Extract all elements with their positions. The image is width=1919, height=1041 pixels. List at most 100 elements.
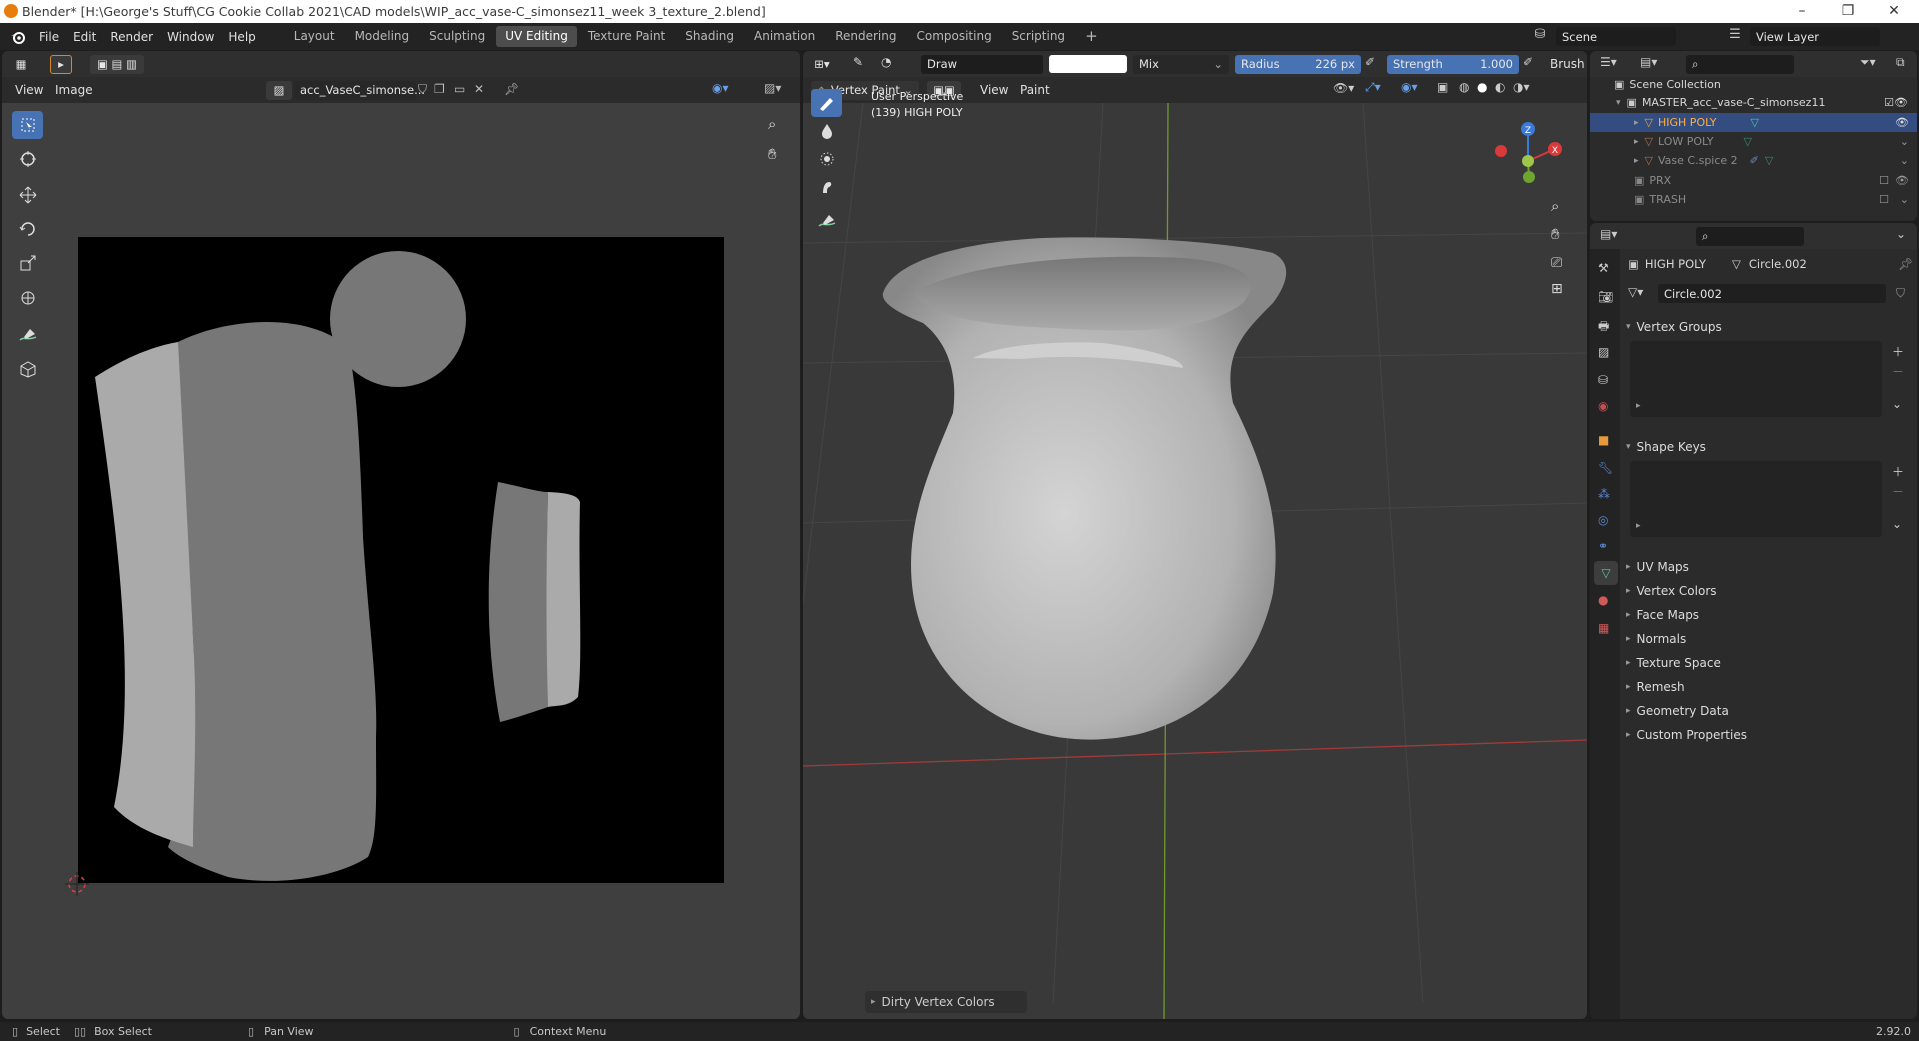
properties-search[interactable]: ⌕ — [1696, 226, 1804, 246]
scene-tab-icon[interactable]: ⛁ — [1598, 373, 1608, 387]
tab-scripting[interactable]: Scripting — [1003, 26, 1074, 47]
radius-pressure-icon[interactable]: ✐ — [1365, 55, 1375, 69]
restore-button[interactable]: ❐ — [1825, 0, 1871, 23]
view-layer-icon[interactable]: ☰ — [1724, 27, 1746, 46]
outliner-item-trash[interactable]: ▣ TRASH ☐ ⌄ — [1634, 190, 1917, 209]
image-browse-icon[interactable]: ▨ — [266, 80, 292, 100]
tab-layout[interactable]: Layout — [285, 26, 344, 47]
prx-visibility-eye-icon[interactable]: 👁︎ — [1895, 174, 1909, 187]
breadcrumb-pin-icon[interactable]: 📌︎ — [1898, 257, 1913, 271]
section-shape-keys[interactable]: ▾ Shape Keys — [1626, 440, 1706, 454]
tab-uv-editing[interactable]: UV Editing — [496, 26, 577, 47]
shape-keys-add-button[interactable]: ＋ — [1892, 463, 1904, 480]
view-layer-selector[interactable]: View Layer — [1750, 27, 1880, 46]
overlays-icon[interactable]: ◉▾ — [1401, 80, 1418, 94]
vertex-groups-list[interactable] — [1630, 341, 1882, 417]
uv-editor[interactable]: ▦ ▸ ▣ ▤ ▥ View Image ▨ acc_VaseC_simonse… — [2, 51, 800, 1019]
add-workspace-button[interactable]: + — [1076, 26, 1107, 47]
section-vertex-colors[interactable]: ▸ Vertex Colors — [1626, 584, 1717, 598]
vase-spice-visibility-icon[interactable]: ⌄ — [1900, 154, 1909, 167]
strength-slider[interactable]: Strength 1.000 — [1387, 54, 1519, 74]
xray-icon[interactable]: ▣ — [1437, 80, 1448, 94]
outliner-search[interactable]: ⌕ — [1686, 54, 1794, 74]
texture-tab-icon[interactable]: ▦ — [1598, 621, 1609, 635]
unlink-image-icon[interactable]: ✕ — [474, 82, 484, 96]
tool-blur[interactable] — [811, 117, 842, 145]
outliner-scene-collection[interactable]: ▣ Scene Collection — [1614, 75, 1721, 94]
uv-menu-image[interactable]: Image — [48, 83, 100, 97]
last-operator-panel[interactable]: ▸ Dirty Vertex Colors — [865, 991, 1027, 1013]
vertex-groups-remove-button[interactable]: － — [1892, 363, 1904, 380]
tool-annotate[interactable] — [12, 321, 43, 349]
menu-window[interactable]: Window — [160, 30, 221, 44]
filter-icon[interactable]: ⏷▾ — [1860, 55, 1876, 70]
section-geometry-data[interactable]: ▸ Geometry Data — [1626, 704, 1729, 718]
image-name-field[interactable]: acc_VaseC_simonse... — [294, 80, 425, 100]
menu-file[interactable]: File — [32, 30, 66, 44]
new-collection-icon[interactable]: ⧉ — [1896, 55, 1905, 70]
section-normals[interactable]: ▸ Normals — [1626, 632, 1686, 646]
list-expand-icon[interactable]: ▸ — [1636, 401, 1641, 411]
world-tab-icon[interactable]: ◉ — [1598, 399, 1608, 413]
menu-edit[interactable]: Edit — [66, 30, 103, 44]
output-tab-icon[interactable]: 🖶︎ — [1598, 317, 1609, 338]
shape-keys-list[interactable] — [1630, 461, 1882, 537]
tool-transform[interactable] — [12, 284, 43, 312]
low-poly-visibility-icon[interactable]: ⌄ — [1900, 135, 1909, 148]
visibility-eye-icon[interactable]: 👁︎▾ — [1333, 81, 1354, 95]
3d-viewport[interactable]: ⊞▾ ✎ ◔ Draw Mix ⌄ Radius 226 px ✐ Streng… — [803, 51, 1587, 1019]
fake-user-shield-icon[interactable]: ⛉ — [418, 82, 427, 97]
properties-editor-icon[interactable]: ▤▾ — [1600, 227, 1617, 241]
fake-user-icon[interactable]: ⛉ — [1896, 286, 1905, 301]
brush-name-field[interactable]: Draw — [921, 54, 1043, 74]
2d-cursor-icon[interactable] — [62, 869, 92, 899]
new-image-icon[interactable]: ❐ — [434, 82, 445, 96]
tab-sculpting[interactable]: Sculpting — [420, 26, 494, 47]
object-tab-icon[interactable]: ■ — [1598, 433, 1609, 447]
tool-smear[interactable] — [811, 173, 842, 201]
tool-average[interactable] — [811, 145, 842, 173]
shading-material-icon[interactable]: ◐ — [1495, 80, 1505, 94]
shape-keys-remove-button[interactable]: － — [1892, 483, 1904, 500]
material-tab-icon[interactable]: ● — [1598, 593, 1608, 607]
constraints-tab-icon[interactable]: ⚭ — [1598, 539, 1608, 553]
tab-texture-paint[interactable]: Texture Paint — [579, 26, 674, 47]
mesh-browse-icon[interactable]: ▽▾ — [1628, 285, 1643, 299]
select-box-icon[interactable]: ▣ ▤ ▥ — [90, 54, 144, 74]
properties-options-icon[interactable]: ⌄ — [1896, 227, 1906, 241]
shading-solid-icon[interactable]: ● — [1477, 80, 1487, 94]
tab-animation[interactable]: Animation — [745, 26, 824, 47]
viewport-menu-paint[interactable]: Paint — [1013, 83, 1057, 97]
trash-visibility-icon[interactable]: ⌄ — [1900, 193, 1909, 206]
minimize-button[interactable]: – — [1779, 0, 1825, 23]
close-button[interactable]: ✕ — [1871, 0, 1917, 23]
pin-icon[interactable]: 📌︎ — [504, 82, 519, 96]
tool-select-box[interactable] — [12, 111, 43, 139]
open-image-icon[interactable]: ▭ — [454, 82, 465, 96]
render-tab-icon[interactable]: 📷︎ — [1598, 290, 1613, 304]
blend-mode-dropdown[interactable]: Mix ⌄ — [1133, 54, 1229, 74]
master-visibility-eye-icon[interactable]: 👁︎ — [1894, 96, 1908, 109]
outliner[interactable]: ☰▾ ▤▾ ⌕ ⏷▾ ⧉ ▣ Scene Collection ▾ ▣ MASTER_… — [1590, 51, 1917, 221]
physics-tab-icon[interactable]: ◎ — [1598, 513, 1608, 527]
blender-logo-icon[interactable] — [10, 29, 26, 45]
menu-render[interactable]: Render — [103, 30, 160, 44]
strength-pressure-icon[interactable]: ✐ — [1523, 55, 1533, 69]
shading-wireframe-icon[interactable]: ◍ — [1459, 80, 1469, 94]
viewport-scene[interactable] — [803, 103, 1587, 1019]
section-custom-properties[interactable]: ▸ Custom Properties — [1626, 728, 1747, 742]
section-face-maps[interactable]: ▸ Face Maps — [1626, 608, 1699, 622]
editor-type-icon[interactable]: ▦ — [8, 55, 34, 74]
shading-rendered-icon[interactable]: ◑▾ — [1513, 80, 1530, 94]
outliner-item-prx[interactable]: ▣ PRX ☐ 👁︎ — [1634, 171, 1917, 190]
navigation-gizmo[interactable]: Z X — [1481, 111, 1581, 201]
tool-scale[interactable] — [12, 249, 43, 277]
tool-grab-uv[interactable] — [12, 355, 43, 383]
scene-selector[interactable]: Scene — [1556, 27, 1676, 46]
viewport-zoom-icon[interactable]: ⌕ — [1551, 197, 1559, 215]
view-layer-tab-icon[interactable]: ▨ — [1598, 345, 1609, 359]
section-remesh[interactable]: ▸ Remesh — [1626, 680, 1685, 694]
properties-editor[interactable]: ▤▾ ⌕ ⌄ ⚒ 📷︎ 🖶︎ ▨ ⛁ ◉ ■ 🔧︎ ⁂ ◎ ⚭ ▽ ● ▦ ▣ … — [1590, 223, 1917, 1019]
tool-tab-icon[interactable]: ⚒ — [1598, 261, 1609, 275]
camera-view-icon[interactable]: ⎚ — [1551, 255, 1562, 271]
